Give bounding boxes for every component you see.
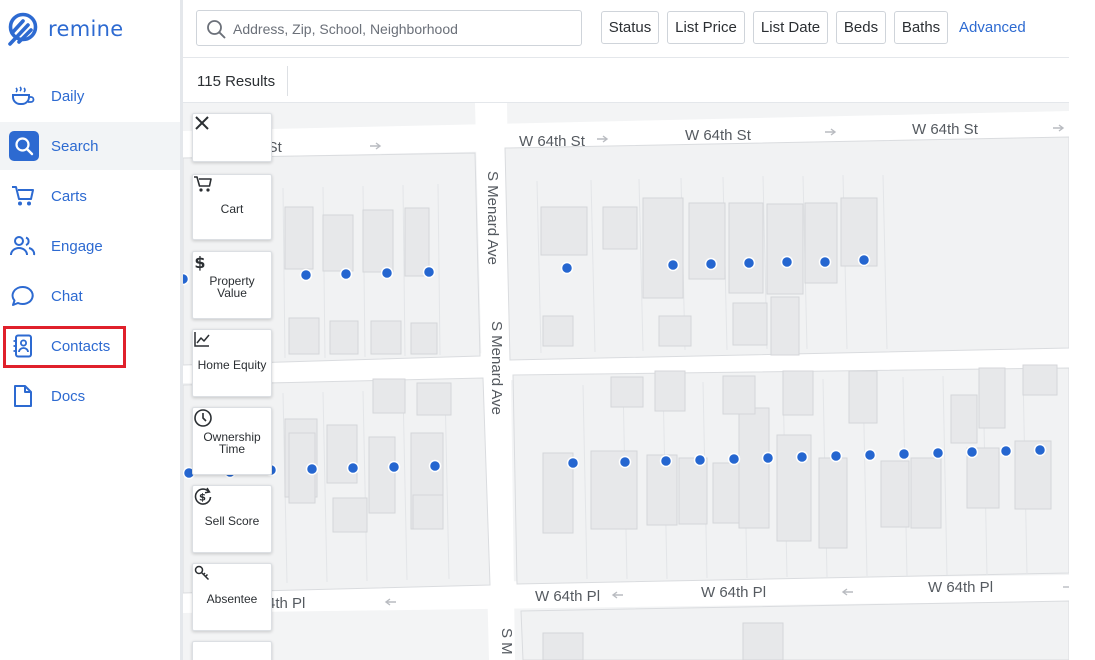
tool-label: Absentee [206,591,258,606]
property-marker [618,455,632,469]
property-marker [387,460,401,474]
property-marker [339,267,353,281]
list-price-filter-button[interactable]: List Price [667,11,745,44]
map-view[interactable]: th St W 64th St W 64th St W 64th St S Me… [183,103,1069,660]
tool-sell-score-button[interactable]: $ Sell Score [192,485,272,553]
property-marker [299,268,313,282]
property-marker [965,445,979,459]
street-label-s-menard-ave: S Menard Ave [484,171,501,265]
right-gutter [1069,0,1095,660]
results-count: 115 Results [197,73,276,90]
search-icon [9,131,39,161]
nav-label-search: Search [51,137,99,155]
property-marker [829,449,843,463]
cart-icon [9,183,37,209]
people-icon [9,233,37,259]
property-marker [566,456,580,470]
property-marker [380,266,394,280]
tool-label: Home Equity [197,357,267,372]
property-marker [428,459,442,473]
property-marker [560,261,574,275]
property-marker [999,444,1013,458]
property-marker [659,454,673,468]
nav-label-docs: Docs [51,387,86,405]
nav-item-search[interactable]: Search [0,122,180,170]
status-filter-button[interactable]: Status [601,11,659,44]
svg-text:$: $ [194,253,205,272]
map-canvas[interactable] [183,103,1069,660]
property-marker [693,453,707,467]
nav-label-engage: Engage [51,237,103,255]
results-divider [287,66,288,96]
tool-ownership-time-button[interactable]: Ownership Time [192,407,272,475]
search-input[interactable] [233,18,573,40]
street-label-w64th-pl: W 64th Pl [535,588,601,605]
nav-item-daily[interactable]: Daily [0,72,180,120]
list-date-filter-button[interactable]: List Date [753,11,828,44]
tool-label: Sell Score [204,513,260,528]
tool-label: Property Value [209,273,255,300]
street-label-w64th-pl: W 64th Pl [928,579,994,596]
contacts-highlight-box [3,326,126,368]
tool-property-value-button[interactable]: $ Property Value [192,251,272,319]
property-marker [704,257,718,271]
property-marker [666,258,680,272]
results-bar: 115 Results [183,58,1069,103]
street-label-w64th-st: W 64th St [519,133,585,150]
tool-home-equity-button[interactable]: Home Equity [192,329,272,397]
tool-more-button[interactable] [192,641,272,660]
property-marker [1033,443,1047,457]
brand-logo[interactable]: remine [6,10,123,48]
nav-item-chat[interactable]: Chat [0,272,180,320]
baths-filter-button[interactable]: Baths [894,11,948,44]
search-icon [206,19,226,44]
nav-label-chat: Chat [51,287,83,305]
chat-bubble-icon [9,283,37,309]
property-marker [795,450,809,464]
street-label-s-menard-ave: S M [498,628,515,655]
nav-item-carts[interactable]: Carts [0,172,180,220]
property-marker [422,265,436,279]
property-marker [931,446,945,460]
property-marker [183,272,190,286]
street-label-w64th-st: W 64th St [685,127,751,144]
street-label-w64th-pl: W 64th Pl [701,584,767,601]
tool-cart-button[interactable]: Cart [192,174,272,240]
advanced-filters-link[interactable]: Advanced [959,19,1026,36]
nav-item-docs[interactable]: Docs [0,372,180,420]
tool-absentee-button[interactable]: Absentee [192,563,272,631]
property-marker [727,452,741,466]
property-marker [742,256,756,270]
street-label-s-menard-ave: S Menard Ave [488,321,505,415]
search-box[interactable] [196,10,582,46]
street-label-w64th-st: W 64th St [912,121,978,138]
coffee-cup-icon [9,83,37,109]
svg-text:$: $ [199,493,206,504]
nav-label-carts: Carts [51,187,87,205]
beds-filter-button[interactable]: Beds [836,11,886,44]
brand-name: remine [48,17,124,41]
property-marker [897,447,911,461]
nav-label-daily: Daily [51,87,85,105]
document-icon [9,383,37,409]
tool-label: Ownership Time [203,429,261,456]
property-marker [780,255,794,269]
close-tools-button[interactable] [192,113,272,162]
sidebar: remine Daily Search Carts Engage Chat Co… [0,0,180,660]
property-marker [818,255,832,269]
nav-item-engage[interactable]: Engage [0,222,180,270]
property-marker [761,451,775,465]
property-marker [305,462,319,476]
search-toolbar: Status List Price List Date Beds Baths A… [183,0,1069,58]
street-label-w64th-pl: 4th Pl [267,595,306,612]
remine-logo-icon [8,12,38,46]
property-marker [346,461,360,475]
tool-label: Cart [220,201,244,216]
property-marker [863,448,877,462]
property-marker [857,253,871,267]
